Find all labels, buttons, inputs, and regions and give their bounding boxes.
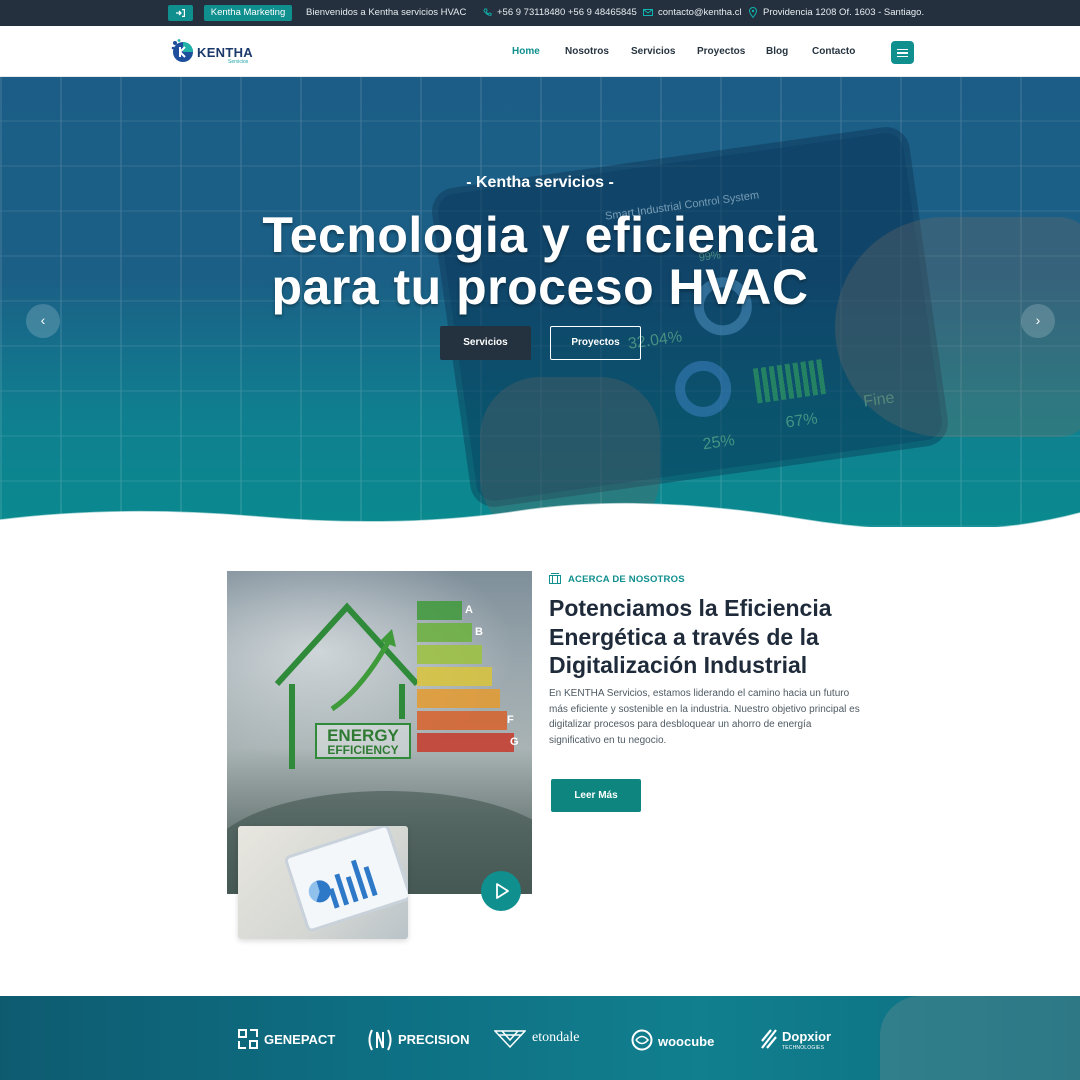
hero-title-line: para tu proceso HVAC (271, 259, 809, 315)
rating-bar (417, 601, 462, 620)
phone-numbers[interactable]: +56 9 73118480 +56 9 48465845 (497, 0, 637, 26)
nav-contacto[interactable]: Contacto (812, 26, 855, 77)
about-title: Potenciamos la Eficiencia Energética a t… (549, 595, 832, 678)
partners-bar: GENEPACT PRECISION etondale woocube Dopx… (0, 996, 1080, 1080)
logo-subtitle: Servicios (228, 59, 249, 65)
slider-prev-button[interactable]: ‹ (26, 304, 60, 338)
tablet-value: 67% (784, 410, 819, 432)
servicios-button[interactable]: Servicios (440, 326, 531, 360)
logo-text: KENTHA (197, 45, 253, 60)
nav-nosotros[interactable]: Nosotros (565, 26, 609, 77)
hero-title-line: Tecnologia y eficiencia (262, 207, 818, 263)
section-tag: ACERCA DE NOSOTROS (568, 574, 685, 585)
address-text: Providencia 1208 Of. 1603 - Santiago. (763, 7, 925, 18)
rating-bar (417, 733, 514, 752)
rating-letter: A (465, 604, 473, 616)
chevron-right-icon: › (1035, 312, 1041, 328)
hero-title: Tecnologia y eficiencia para tu proceso … (0, 209, 1080, 313)
rating-letter: F (507, 714, 514, 726)
about-description: En KENTHA Servicios, estamos liderando e… (549, 688, 860, 746)
hero-wave-divider (0, 502, 1080, 535)
rating-bar (417, 667, 492, 686)
energy-efficiency-label: ENERGY EFFICIENCY (315, 723, 411, 759)
slider-next-button[interactable]: › (1021, 304, 1055, 338)
rating-letter: B (475, 626, 483, 638)
rating-letter: G (510, 736, 519, 748)
site-logo[interactable]: KENTHA Servicios (170, 36, 260, 68)
etondale-logo-icon (494, 1030, 526, 1048)
nav-blog[interactable]: Blog (766, 26, 788, 77)
play-icon (496, 883, 509, 899)
about-secondary-image (238, 826, 408, 939)
genepact-logo-icon (238, 1029, 258, 1049)
hero-slider: Smart Industrial Control System 99% 32.0… (0, 77, 1080, 527)
login-button[interactable] (168, 5, 193, 21)
mail-icon (643, 9, 653, 16)
welcome-text: Bienvenidos a Kentha servicios HVAC (306, 7, 467, 18)
hamburger-menu-icon[interactable] (891, 41, 914, 64)
read-more-button[interactable]: Leer Más (551, 779, 641, 812)
nav-home[interactable]: Home (512, 26, 540, 77)
top-bar: Kentha Marketing Bienvenidos a Kentha se… (0, 0, 1080, 26)
building-icon (549, 573, 561, 584)
nav-proyectos[interactable]: Proyectos (697, 26, 745, 77)
rating-bar (417, 689, 500, 708)
rating-bar (417, 645, 482, 664)
nav-servicios[interactable]: Servicios (631, 26, 675, 77)
main-navigation: KENTHA Servicios Home Nosotros Servicios… (0, 26, 1080, 77)
video-play-button[interactable] (481, 871, 521, 911)
kentha-logo-icon (171, 39, 193, 62)
phone-icon (483, 8, 492, 16)
map-pin-icon (749, 7, 757, 18)
tablet-value: 25% (701, 432, 736, 454)
dopxior-logo-icon (761, 1029, 777, 1049)
proyectos-button[interactable]: Proyectos (550, 326, 641, 360)
rating-bar (417, 623, 472, 642)
precision-logo-icon (368, 1029, 392, 1051)
hero-eyebrow: - Kentha servicios - (466, 174, 614, 191)
rating-bar (417, 711, 507, 730)
marketing-link[interactable]: Kentha Marketing (204, 5, 292, 21)
sign-in-icon (176, 9, 185, 17)
email-link[interactable]: contacto@kentha.cl (658, 0, 742, 26)
woocube-logo-icon (631, 1029, 653, 1051)
chevron-left-icon: ‹ (40, 312, 46, 328)
